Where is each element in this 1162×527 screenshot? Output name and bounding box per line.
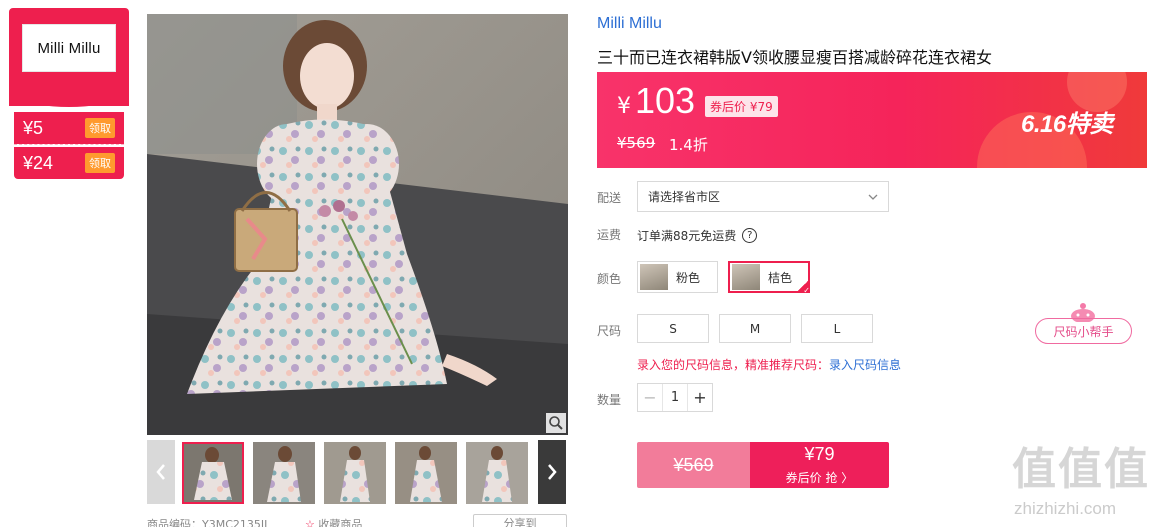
watermark-logo: 值值值 <box>1012 444 1150 495</box>
coupon-divider <box>14 144 124 145</box>
original-price: ¥569 <box>617 134 656 152</box>
site-watermark: 值值值 zhizhizhi.com <box>1012 447 1162 527</box>
quantity-stepper: − 1 + <box>637 383 713 412</box>
favorite-label: 收藏商品 <box>318 518 363 527</box>
thumbnail-strip <box>147 440 568 504</box>
color-label: 颜色 <box>597 272 622 286</box>
fee-text: 订单满88元免运费 <box>637 229 737 243</box>
size-hint-text: 录入您的尺码信息，精准推荐尺码： <box>637 358 830 372</box>
color-swatch <box>732 264 760 290</box>
thumbnail-photo <box>324 442 386 504</box>
brand-card[interactable]: Milli Millu <box>9 8 129 106</box>
after-coupon-tag: 券后价 ¥79 <box>705 96 778 117</box>
size-helper-button[interactable]: 尺码小帮手 <box>1035 318 1132 344</box>
share-button[interactable]: 分享到 <box>473 514 567 527</box>
brand-link[interactable]: Milli Millu <box>597 15 662 33</box>
star-icon: ☆ <box>305 518 315 527</box>
selected-check-icon <box>796 279 810 295</box>
buy-coupon-label: 券后价 抢 〉 <box>785 471 854 485</box>
color-option-orange[interactable]: 桔色 <box>728 261 810 295</box>
size-option-m[interactable]: M <box>719 314 791 343</box>
quantity-increase-button[interactable]: + <box>687 384 712 411</box>
region-select-value: 请选择省市区 <box>648 190 721 204</box>
thumbnail-photo <box>395 442 457 504</box>
buy-original-price-button[interactable]: ¥569 <box>637 442 750 488</box>
color-option-label: 粉色 <box>676 270 701 285</box>
thumbnail-photo <box>466 442 528 504</box>
chevron-left-icon <box>156 464 165 480</box>
price-banner: ¥ 103 券后价 ¥79 ¥569 1.4折 6.16特卖 <box>597 72 1147 168</box>
coupon-24[interactable]: ¥24 领取 <box>14 147 124 179</box>
size-label: 尺码 <box>597 324 622 338</box>
fee-label: 运费 <box>597 228 622 242</box>
main-product-image[interactable] <box>147 14 568 435</box>
discount-text: 1.4折 <box>669 136 708 154</box>
brand-logo[interactable]: Milli Millu <box>22 24 116 72</box>
color-option-label: 桔色 <box>768 270 793 285</box>
size-option-l[interactable]: L <box>801 314 873 343</box>
thumbnail-3[interactable] <box>324 442 386 504</box>
claim-coupon-button[interactable]: 领取 <box>85 118 115 138</box>
coupon-amount: ¥24 <box>23 152 54 173</box>
shipping-label: 配送 <box>597 191 622 205</box>
coupon-5[interactable]: ¥5 领取 <box>14 112 124 144</box>
brand-card-notch <box>9 99 129 113</box>
thumbnail-photo <box>182 442 244 504</box>
quantity-label: 数量 <box>597 393 622 407</box>
size-info-link[interactable]: 录入尺码信息 <box>829 358 901 372</box>
region-select[interactable]: 请选择省市区 <box>637 181 889 212</box>
watermark-url: zhizhizhi.com <box>1014 499 1117 518</box>
size-hint: 录入您的尺码信息，精准推荐尺码：录入尺码信息 <box>637 356 901 373</box>
chevron-down-icon <box>868 194 878 200</box>
thumbnail-photo <box>253 442 315 504</box>
quantity-input[interactable]: 1 <box>663 384 687 411</box>
quantity-decrease-button[interactable]: − <box>638 384 663 411</box>
product-code: 商品编码：Y3MC2135JL <box>147 518 271 527</box>
favorite-link[interactable]: ☆ 收藏商品 <box>305 516 362 527</box>
thumbnail-2[interactable] <box>253 442 315 504</box>
share-label: 分享到 <box>503 517 537 527</box>
chevron-right-icon <box>548 464 557 480</box>
buy-coupon-price: ¥79 <box>804 444 835 464</box>
product-meta-row: 商品编码：Y3MC2135JL ☆ 收藏商品 分享到 <box>147 514 568 527</box>
fee-info: 订单满88元免运费 ? <box>637 227 758 244</box>
thumbnail-next-button[interactable] <box>538 440 566 504</box>
thumbnail-prev-button[interactable] <box>147 440 175 504</box>
claim-coupon-button[interactable]: 领取 <box>85 153 115 173</box>
color-swatch <box>640 264 668 290</box>
thumbnail-1[interactable] <box>182 442 244 504</box>
coupon-amount: ¥5 <box>23 117 44 138</box>
color-option-pink[interactable]: 粉色 <box>637 261 718 293</box>
zoom-icon[interactable] <box>546 413 566 433</box>
size-option-s[interactable]: S <box>637 314 709 343</box>
buy-coupon-button[interactable]: ¥79 券后价 抢 〉 <box>750 442 889 488</box>
product-title: 三十而已连衣裙韩版V领收腰显瘦百搭减龄碎花连衣裙女 <box>597 48 992 67</box>
current-price: 103 <box>635 80 696 121</box>
promo-label: 6.16特卖 <box>1021 111 1113 138</box>
dress-photo <box>147 14 568 435</box>
help-icon[interactable]: ? <box>742 228 758 243</box>
thumbnail-5[interactable] <box>466 442 528 504</box>
thumbnail-4[interactable] <box>395 442 457 504</box>
product-page: Milli Millu ¥5 领取 ¥24 领取 商品编码：Y3MC2135JL… <box>0 0 1162 527</box>
price-currency: ¥ <box>617 94 631 119</box>
